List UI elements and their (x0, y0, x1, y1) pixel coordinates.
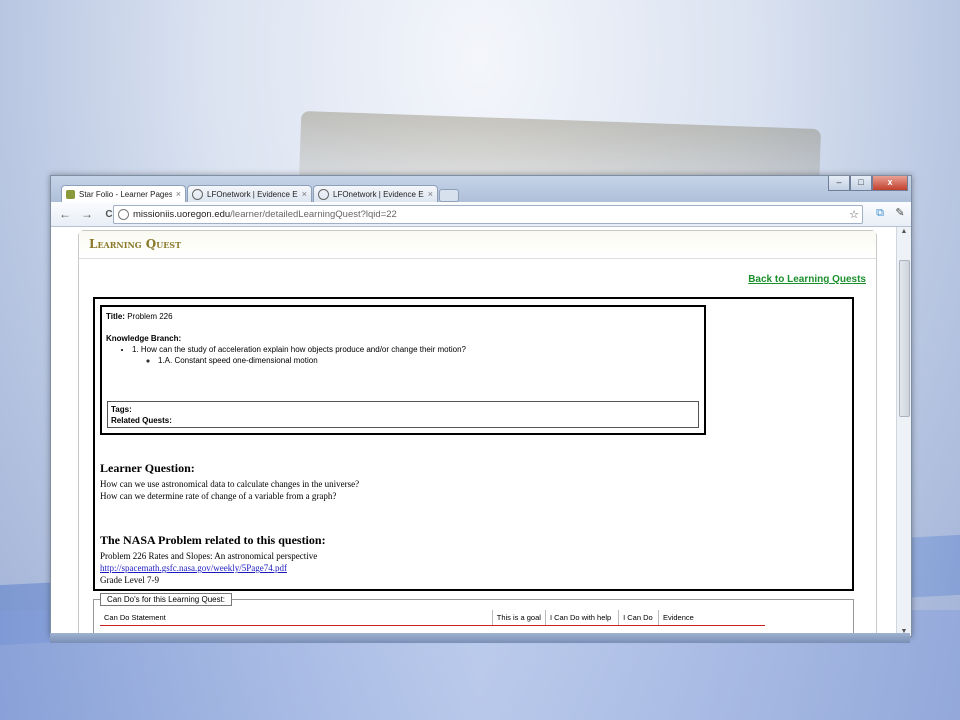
learner-question-line: How can we use astronomical data to calc… (100, 479, 360, 489)
taskbar (50, 633, 910, 643)
can-do-section: Can Do's for this Learning Quest: Can Do… (93, 593, 854, 636)
tab-close-icon[interactable]: × (428, 189, 433, 199)
scrollbar-thumb[interactable] (899, 260, 910, 417)
forward-button[interactable]: → (79, 207, 95, 221)
column-header: I Can Do with help (544, 610, 619, 626)
title-row: Title: Problem 226 (106, 312, 700, 321)
globe-icon (192, 188, 203, 200)
learner-question-section: Learner Question: How can we use astrono… (100, 461, 359, 502)
related-quests-label: Related Quests: (111, 416, 172, 425)
learner-question-heading: Learner Question: (100, 461, 195, 475)
wrench-icon[interactable]: ✎ (893, 206, 907, 220)
quest-detail-box: Title: Problem 226 Knowledge Branch: 1. … (93, 297, 854, 591)
maximize-button[interactable]: □ (850, 176, 872, 191)
tab-star-folio[interactable]: Star Folio - Learner Pages × (61, 185, 186, 202)
browser-toolbar: ← → C missioniis.uoregon.edu/learner/det… (51, 202, 911, 227)
can-do-legend: Can Do's for this Learning Quest: (100, 593, 233, 606)
window-controls: – □ x (828, 176, 908, 191)
globe-icon (318, 188, 329, 200)
page-viewport: Learning Quest Back to Learning Quests T… (51, 227, 897, 636)
knowledge-branch-label: Knowledge Branch: (106, 334, 182, 343)
tab-lfonetwork-2[interactable]: LFOnetwork | Evidence Exar × (313, 185, 438, 202)
browser-window: Star Folio - Learner Pages × LFOnetwork … (50, 175, 912, 637)
nasa-problem-link[interactable]: http://spacemath.gsfc.nasa.gov/weekly/5P… (100, 563, 287, 573)
address-bar[interactable]: missioniis.uoregon.edu/learner/detailedL… (113, 205, 863, 224)
column-header: Evidence (657, 610, 765, 626)
minimize-button[interactable]: – (828, 176, 850, 191)
column-header: I Can Do (618, 610, 659, 626)
tab-close-icon[interactable]: × (176, 189, 181, 199)
tags-label: Tags: (111, 405, 132, 414)
favicon-icon (66, 189, 75, 199)
title-value: Problem 226 (127, 312, 173, 321)
vertical-scrollbar[interactable]: ▲ ▼ (896, 227, 911, 636)
new-tab-button[interactable] (439, 189, 459, 202)
page-icon[interactable]: ⧉ (873, 206, 887, 220)
knowledge-branch-sublist: 1.A. Constant speed one-dimensional moti… (132, 356, 700, 365)
column-header: Can Do Statement (100, 610, 493, 626)
can-do-table: Can Do Statement This is a goal I Can Do… (100, 610, 765, 626)
tab-lfonetwork-1[interactable]: LFOnetwork | Evidence Exar × (187, 185, 312, 202)
list-item: 1.A. Constant speed one-dimensional moti… (158, 356, 700, 365)
globe-icon (118, 209, 129, 220)
grade-level: Grade Level 7-9 (100, 575, 159, 585)
tab-close-icon[interactable]: × (302, 189, 307, 199)
learner-question-line: How can we determine rate of change of a… (100, 491, 337, 501)
tags-box: Tags: Related Quests: (107, 401, 699, 428)
back-to-learning-quests-link[interactable]: Back to Learning Quests (748, 274, 866, 285)
nasa-problem-title: Problem 226 Rates and Slopes: An astrono… (100, 551, 318, 561)
back-button[interactable]: ← (57, 207, 73, 221)
quest-info-box: Title: Problem 226 Knowledge Branch: 1. … (100, 305, 706, 435)
nasa-problem-heading: The NASA Problem related to this questio… (100, 533, 326, 547)
nasa-problem-section: The NASA Problem related to this questio… (100, 533, 326, 586)
star-icon[interactable]: ☆ (849, 208, 859, 221)
knowledge-branch-list: 1. How can the study of acceleration exp… (106, 345, 700, 365)
tab-strip: Star Folio - Learner Pages × LFOnetwork … (51, 176, 911, 202)
title-label: Title: (106, 312, 125, 321)
table-header-row: Can Do Statement This is a goal I Can Do… (100, 610, 765, 626)
list-item: 1. How can the study of acceleration exp… (132, 345, 700, 365)
column-header: This is a goal (491, 610, 546, 626)
learning-quest-panel: Learning Quest Back to Learning Quests T… (78, 230, 877, 636)
toolbar-icons: ⧉ ✎ (873, 206, 907, 220)
close-window-button[interactable]: x (872, 176, 908, 191)
scroll-up-icon[interactable]: ▲ (897, 228, 911, 235)
page-title: Learning Quest (79, 231, 876, 259)
